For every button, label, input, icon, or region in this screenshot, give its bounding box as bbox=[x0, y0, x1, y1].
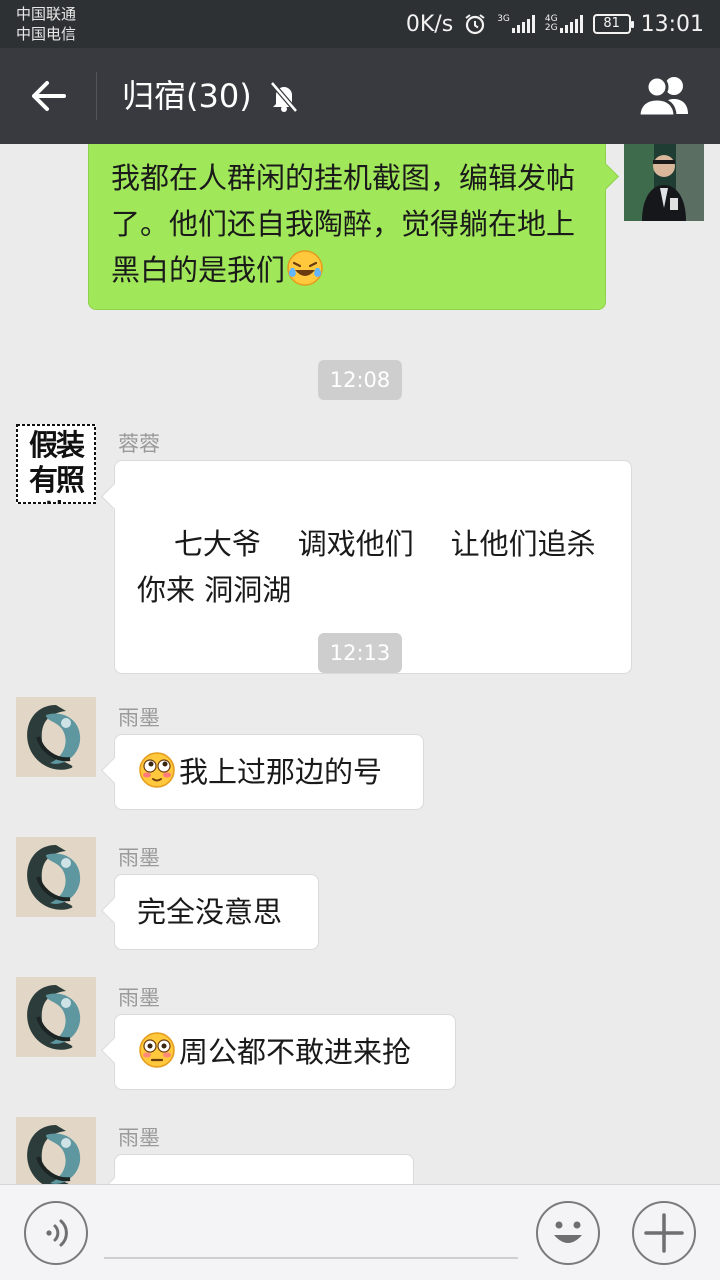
message-bubble-self[interactable]: 我都在人群闲的挂机截图，编辑发帖了。他们还自我陶醉，觉得躺在地上黑白的是我们 bbox=[88, 144, 606, 310]
avatar-image bbox=[16, 1117, 96, 1184]
sender-name: 雨墨 bbox=[118, 1126, 160, 1150]
carrier-2: 中国电信 bbox=[16, 25, 77, 43]
carrier-1: 中国联通 bbox=[16, 5, 77, 23]
message-bubble[interactable] bbox=[114, 1154, 414, 1184]
avatar-yumo[interactable] bbox=[16, 837, 96, 917]
sender-name: 雨墨 bbox=[118, 846, 160, 870]
more-button[interactable] bbox=[632, 1201, 696, 1265]
laugh-cry-emoji bbox=[287, 250, 323, 286]
message-text: 周公都不敢进来抢 bbox=[179, 1035, 412, 1069]
header-divider bbox=[96, 72, 97, 120]
message-text: 我上过那边的号 bbox=[179, 755, 383, 789]
chat-title: 归宿(30) bbox=[122, 77, 252, 115]
blush-emoji bbox=[139, 752, 175, 788]
carrier-info: 中国联通 中国电信 bbox=[16, 4, 76, 44]
message-list[interactable]: 我都在人群闲的挂机截图，编辑发帖了。他们还自我陶醉，觉得躺在地上黑白的是我们 1… bbox=[0, 144, 720, 1184]
status-bar: 中国联通 中国电信 0K/s 3G 4G 2G 81 13:01 bbox=[0, 0, 720, 48]
signal-3g: 3G bbox=[497, 15, 535, 33]
message-input[interactable] bbox=[104, 1257, 518, 1259]
plus-icon bbox=[644, 1213, 684, 1253]
emoji-button[interactable] bbox=[536, 1201, 600, 1265]
message-text: 完全没意思 bbox=[137, 895, 283, 929]
avatar-image bbox=[16, 837, 96, 917]
network-speed: 0K/s bbox=[405, 11, 454, 37]
sender-name: 雨墨 bbox=[118, 706, 160, 730]
signal-4g: 4G 2G bbox=[545, 15, 583, 33]
net-2g-label: 2G bbox=[544, 23, 558, 33]
alarm-icon bbox=[465, 14, 485, 35]
smiley-icon bbox=[554, 1221, 582, 1243]
message-text: 七大爷 调戏他们 让他们追杀你来 洞洞湖 bbox=[137, 527, 596, 607]
status-icons: 0K/s 3G 4G 2G 81 13:01 bbox=[406, 8, 704, 40]
voice-icon bbox=[46, 1219, 68, 1247]
flushed-emoji bbox=[139, 1032, 175, 1068]
bell-off-icon bbox=[270, 81, 298, 113]
arrow-left-icon[interactable] bbox=[24, 72, 72, 120]
battery-icon: 81 bbox=[592, 14, 634, 34]
message-bubble[interactable]: 我上过那边的号 bbox=[114, 734, 424, 810]
avatar-yumo[interactable] bbox=[16, 977, 96, 1057]
avatar-text: 假装有照片 bbox=[28, 428, 85, 504]
timestamp: 12:08 bbox=[318, 360, 402, 400]
sender-name: 雨墨 bbox=[118, 986, 160, 1010]
message-bubble[interactable]: 完全没意思 bbox=[114, 874, 319, 950]
avatar-image bbox=[624, 144, 704, 221]
message-text: 我都在人群闲的挂机截图，编辑发帖了。他们还自我陶醉，觉得躺在地上黑白的是我们 bbox=[111, 161, 576, 287]
net-3g-label: 3G bbox=[497, 14, 510, 24]
sender-name: 蓉蓉 bbox=[118, 432, 160, 456]
chat-header: 归宿(30) bbox=[0, 48, 720, 144]
timestamp: 12:13 bbox=[318, 633, 402, 673]
avatar-rongrong[interactable]: 假装有照片 bbox=[16, 424, 96, 504]
input-bar bbox=[0, 1184, 720, 1280]
signal-bars-icon bbox=[511, 15, 535, 33]
group-members-icon[interactable] bbox=[636, 74, 694, 118]
avatar-image bbox=[16, 977, 96, 1057]
avatar-image bbox=[16, 697, 96, 777]
avatar-yumo[interactable] bbox=[16, 697, 96, 777]
clock: 13:01 bbox=[640, 11, 704, 37]
message-bubble[interactable]: 周公都不敢进来抢 bbox=[114, 1014, 456, 1090]
avatar-self[interactable] bbox=[624, 144, 704, 221]
avatar-yumo[interactable] bbox=[16, 1117, 96, 1184]
signal-bars-icon bbox=[559, 15, 583, 33]
voice-button[interactable] bbox=[24, 1201, 88, 1265]
